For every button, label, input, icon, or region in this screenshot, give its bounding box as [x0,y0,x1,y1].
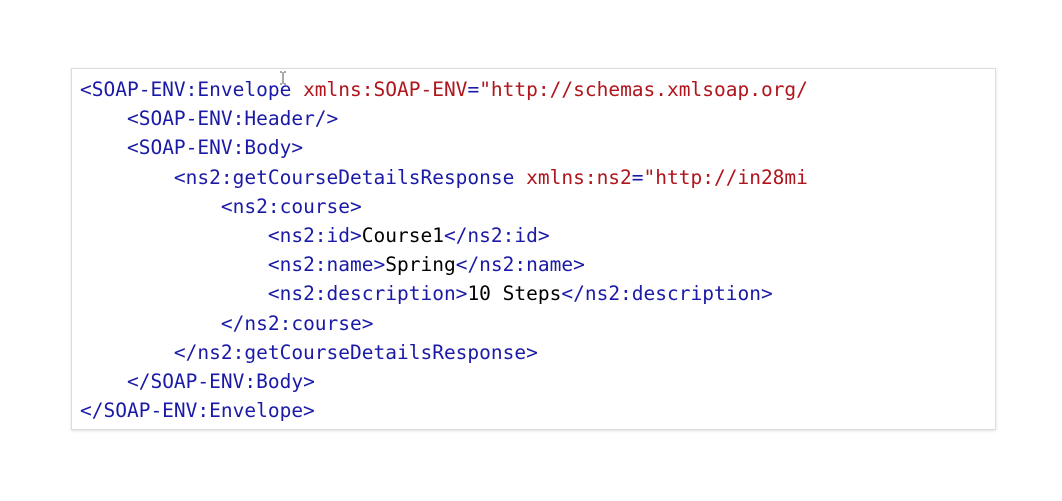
body-open-tag: <SOAP-ENV:Body> [126,136,304,160]
name-close-tag: </ns2:name> [455,253,585,277]
body-close-tag: </SOAP-ENV:Body> [126,369,315,393]
envelope-xmlns-value: "http://schemas.xmlsoap.org/ [479,78,808,101]
description-close-tag: </ns2:description> [561,282,773,306]
response-xmlns-attr: xmlns:ns2 [526,165,632,189]
text-cursor-icon [280,71,286,85]
id-value: Course1 [361,223,444,247]
description-open-tag: <ns2:description> [267,282,468,306]
name-value: Spring [385,253,456,277]
code-line-response-open: <ns2:getCourseDetailsResponse xmlns:ns2=… [173,165,808,189]
xml-code-panel: <SOAP-ENV:Envelope xmlns:SOAP-ENV="http:… [71,68,996,430]
response-close-tag: </ns2:getCourseDetailsResponse> [173,340,538,364]
header-tag: <SOAP-ENV:Header/> [126,107,339,131]
envelope-close-tag: </SOAP-ENV:Envelope> [80,399,315,423]
name-open-tag: <ns2:name> [267,253,386,277]
course-open-tag: <ns2:course> [220,194,362,218]
code-line-id: <ns2:id>Course1</ns2:id> [80,221,808,250]
code-line-course-close: </ns2:course> [80,309,808,338]
code-line-header: <SOAP-ENV:Header/> [80,104,808,133]
code-line-envelope-close: </SOAP-ENV:Envelope> [80,396,808,425]
envelope-open-tag: <SOAP-ENV:Envelope [80,78,304,101]
code-line-course-open: <ns2:course> [80,192,808,221]
code-line-body-open: <SOAP-ENV:Body> [80,133,808,162]
description-value: 10 Steps [467,282,562,306]
code-line-response-close: </ns2:getCourseDetailsResponse> [80,338,808,367]
xml-code-block: <SOAP-ENV:Envelope xmlns:SOAP-ENV="http:… [80,75,808,425]
response-open-tag: <ns2:getCourseDetailsResponse [173,165,527,189]
code-line-name: <ns2:name>Spring</ns2:name> [80,250,808,279]
response-xmlns-value: "http://in28mi [643,165,808,189]
code-line-envelope-open: <SOAP-ENV:Envelope xmlns:SOAP-ENV="http:… [80,78,808,101]
code-line-body-close: </SOAP-ENV:Body> [80,367,808,396]
id-close-tag: </ns2:id> [443,223,550,247]
course-close-tag: </ns2:course> [220,311,374,335]
envelope-xmlns-attr: xmlns:SOAP-ENV [303,78,468,101]
code-line-description: <ns2:description>10 Steps</ns2:descripti… [80,279,808,308]
id-open-tag: <ns2:id> [267,223,362,247]
